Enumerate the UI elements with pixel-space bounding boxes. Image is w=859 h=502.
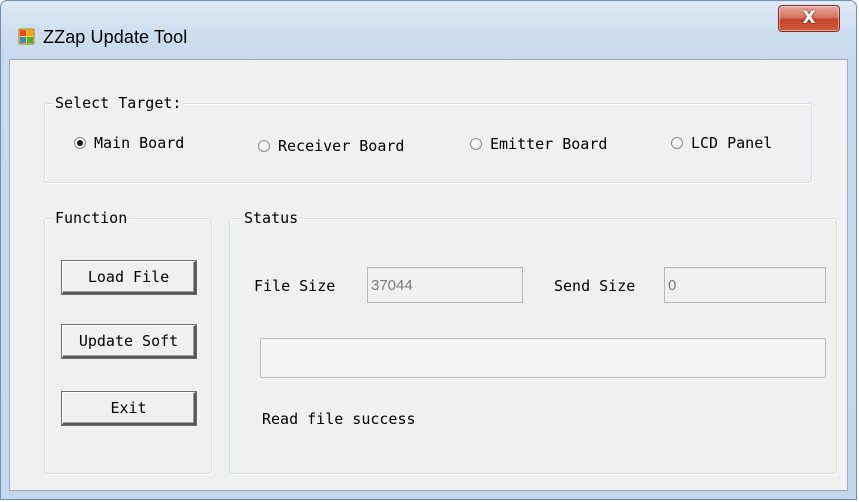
radio-receiver-board[interactable]: Receiver Board (258, 137, 404, 155)
progress-bar (260, 338, 826, 378)
radio-button[interactable] (671, 137, 683, 149)
load-file-button[interactable]: Load File (62, 261, 196, 294)
app-window: ZZap Update Tool X Select Target: Main B… (0, 0, 857, 500)
close-button[interactable]: X (778, 5, 840, 32)
radio-lcd-panel[interactable]: LCD Panel (671, 134, 772, 152)
status-message: Read file success (262, 410, 416, 428)
function-group: Function Load File Update Soft Exit (44, 209, 212, 474)
exit-button[interactable]: Exit (62, 392, 196, 425)
radio-label: Emitter Board (490, 135, 608, 153)
send-size-label: Send Size (554, 277, 636, 295)
radio-button[interactable] (258, 140, 270, 152)
send-size-field[interactable] (664, 267, 826, 303)
client-area: Select Target: Main Board Receiver Board… (9, 59, 848, 491)
app-icon (18, 28, 35, 45)
window-title: ZZap Update Tool (43, 27, 188, 47)
radio-label: Receiver Board (278, 137, 405, 155)
status-label: Status (242, 209, 301, 227)
radio-button-checked[interactable] (74, 137, 86, 149)
update-soft-button[interactable]: Update Soft (62, 325, 196, 358)
status-group: Status File Size Send Size Read file suc… (229, 209, 837, 474)
function-label: Function (53, 209, 130, 227)
radio-main-board[interactable]: Main Board (74, 134, 184, 152)
file-size-label: File Size (254, 277, 336, 295)
title-bar[interactable]: ZZap Update Tool X (1, 1, 856, 57)
close-icon: X (802, 8, 816, 28)
select-target-group: Select Target: Main Board Receiver Board… (44, 94, 812, 183)
radio-emitter-board[interactable]: Emitter Board (470, 135, 607, 153)
radio-label: LCD Panel (691, 134, 773, 152)
select-target-label: Select Target: (53, 94, 184, 112)
radio-button[interactable] (470, 138, 482, 150)
radio-label: Main Board (94, 134, 185, 152)
file-size-field[interactable] (367, 267, 523, 303)
